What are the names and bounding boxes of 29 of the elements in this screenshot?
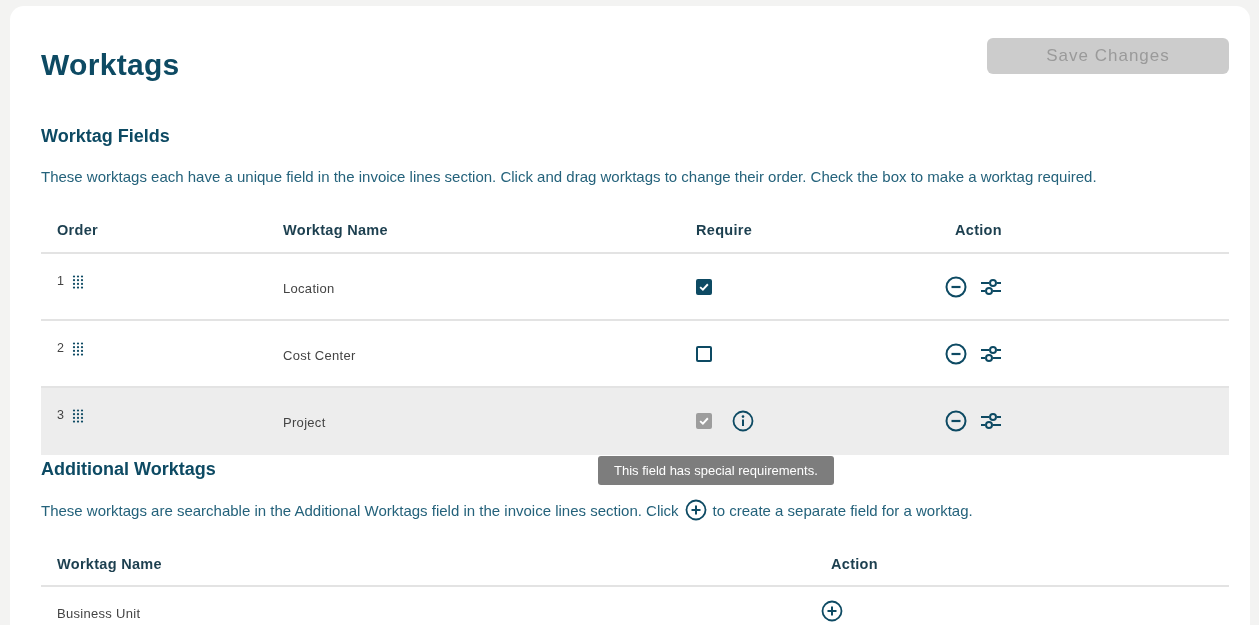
worktag-name: Cost Center <box>283 348 356 363</box>
column-header: Worktag Name <box>282 221 389 238</box>
order-number: 2 <box>57 341 64 355</box>
column-header: Action <box>954 221 1003 238</box>
section-description: These worktags each have a unique field in the invoice lines section. Click and drag worktags to change their order. Check the box to make a worktag required. <box>41 168 1098 185</box>
column-header: Action <box>830 556 879 572</box>
column-header: Worktag Name <box>56 556 163 572</box>
table-row[interactable]: 1 Location <box>41 254 1229 321</box>
remove-icon[interactable] <box>945 275 967 298</box>
tooltip: This field has special requirements. <box>598 455 834 485</box>
remove-icon[interactable] <box>945 342 967 365</box>
worktag-name: Project <box>283 415 326 430</box>
section-heading: Worktag Fields <box>41 126 171 147</box>
section-heading: Additional Worktags <box>41 459 216 480</box>
page-title: Worktags <box>41 48 180 82</box>
column-header: Require <box>695 221 754 238</box>
order-number: 1 <box>57 274 64 288</box>
order-number: 3 <box>57 408 64 422</box>
require-checkbox[interactable] <box>696 345 712 362</box>
worktag-name: Business Unit <box>57 605 141 621</box>
add-icon[interactable] <box>821 600 843 622</box>
column-header: Order <box>56 221 99 238</box>
require-checkbox[interactable] <box>696 278 712 295</box>
worktag-name: Location <box>283 281 335 296</box>
drag-handle-icon[interactable] <box>71 342 84 356</box>
drag-handle-icon[interactable] <box>71 275 84 289</box>
add-icon <box>684 499 707 521</box>
description-text: to create a separate field for a worktag. <box>712 501 973 519</box>
description-text: These worktags are searchable in the Additional Worktags field in the invoice lines section. Click <box>41 501 679 519</box>
